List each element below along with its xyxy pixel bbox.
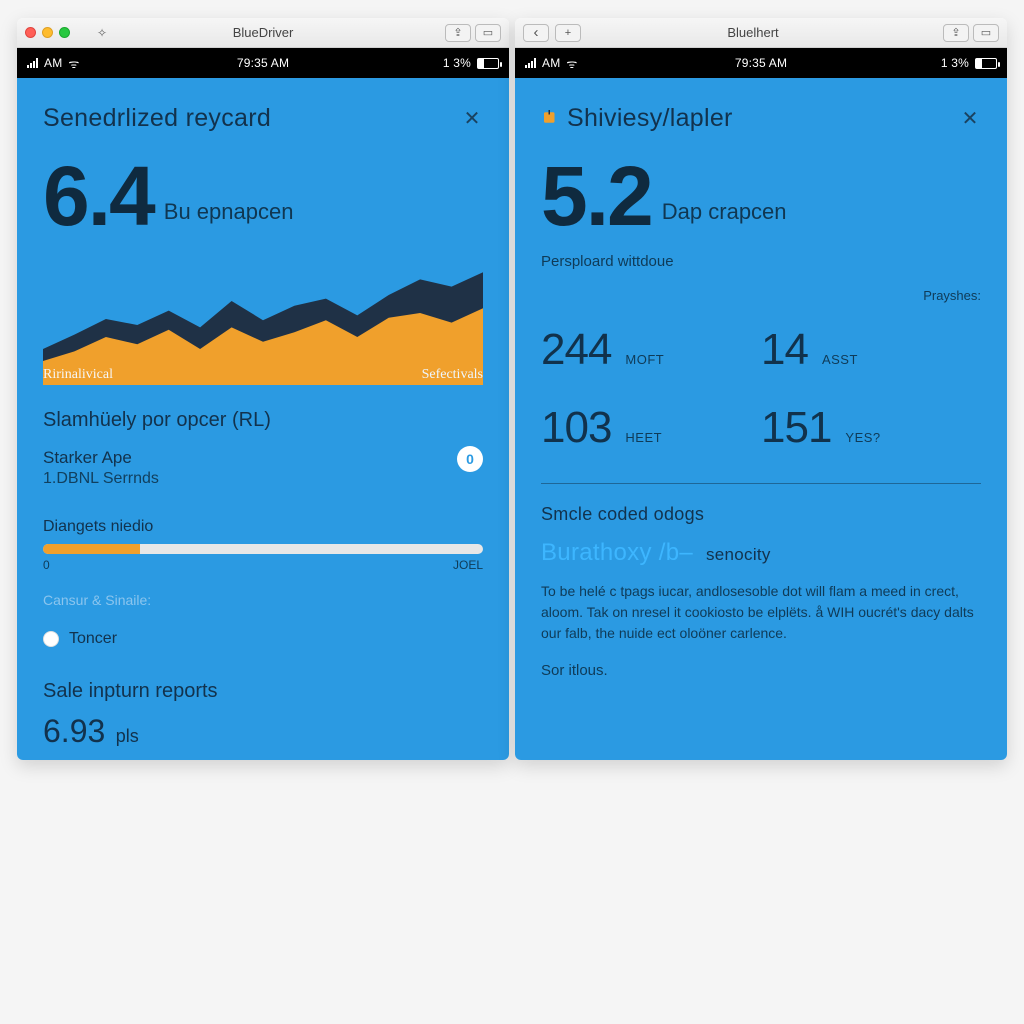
- ios-statusbar-right: AM ᯤ 79:35 AM 1 3%: [515, 48, 1007, 78]
- subline: Persploard wittdoue: [541, 253, 981, 270]
- back-button[interactable]: ‹: [523, 24, 549, 42]
- stat-value: 151: [761, 403, 831, 453]
- progress-min: 0: [43, 558, 50, 572]
- stat-item: 244 MOFT: [541, 325, 761, 375]
- battery-icon: [477, 58, 499, 69]
- close-window-dot[interactable]: [25, 27, 36, 38]
- radio-item-label: Toncer: [69, 630, 117, 648]
- stat-label: ASST: [822, 352, 858, 367]
- window-titlebar-right: ‹ + Bluelhert ⇪ ▭: [515, 18, 1007, 48]
- section2-foot: Sor itlous.: [541, 662, 981, 679]
- battery-percent: 1 3%: [443, 56, 471, 70]
- zoom-window-dot[interactable]: [59, 27, 70, 38]
- cell-signal-icon: [525, 58, 536, 68]
- tabs-button-right[interactable]: ▭: [973, 24, 999, 42]
- close-icon[interactable]: ✕: [959, 108, 981, 130]
- app-right: Shiviesy/lapler ✕ 5.2 Dap crapcen Perspl…: [515, 78, 1007, 760]
- new-tab-button[interactable]: +: [555, 24, 581, 42]
- left-device: ✧ BlueDriver ⇪ ▭ AM ᯤ 79:35 AM 1 3% Sene…: [17, 18, 509, 760]
- stat-value: 103: [541, 403, 611, 453]
- progress-block: Diangets niedio 0 JOEL: [43, 518, 483, 572]
- section-line2: 1.DBNL Serrnds: [43, 470, 159, 488]
- progress-max: JOEL: [453, 558, 483, 572]
- minimize-window-dot[interactable]: [42, 27, 53, 38]
- cell-signal-icon: [27, 58, 38, 68]
- progress-label: Diangets niedio: [43, 518, 483, 536]
- runner-icon: ✧: [97, 26, 107, 40]
- bottom-title: Sale inpturn reports: [43, 680, 483, 703]
- window-titlebar-left: ✧ BlueDriver ⇪ ▭: [17, 18, 509, 48]
- area-chart: Ririnalivical Sefectivals: [43, 265, 483, 383]
- section2-body: To be helé c tpags iucar, andlosesoble d…: [541, 581, 981, 644]
- hero-unit: Dap crapcen: [662, 199, 787, 225]
- stat-value: 244: [541, 325, 611, 375]
- hero-number: 6.4: [43, 159, 154, 235]
- divider: [541, 483, 981, 484]
- share-button-right[interactable]: ⇪: [943, 24, 969, 42]
- wifi-icon: ᯤ: [566, 55, 577, 72]
- window-title: BlueDriver: [113, 25, 413, 40]
- card-title: Senedrlized reycard: [43, 104, 271, 133]
- carrier-label: AM: [542, 56, 560, 70]
- carrier-label: AM: [44, 56, 62, 70]
- stat-label: MOFT: [625, 352, 664, 367]
- bottom-unit: pls: [116, 726, 139, 746]
- tabs-button[interactable]: ▭: [475, 24, 501, 42]
- flag-icon: [541, 110, 559, 128]
- radio-item[interactable]: Toncer: [43, 630, 483, 648]
- ios-statusbar-left: AM ᯤ 79:35 AM 1 3%: [17, 48, 509, 78]
- chart-left-label: Ririnalivical: [43, 367, 113, 383]
- app-left: Senedrlized reycard ✕ 6.4 Bu epnapcen Ri…: [17, 78, 509, 760]
- stat-item: 103 HEET: [541, 403, 761, 453]
- section2-subtitle-tail: senocity: [706, 545, 771, 564]
- section2-subtitle-main: Burathoxy /b–: [541, 539, 693, 566]
- bottom-value: 6.93: [43, 713, 105, 749]
- card-title: Shiviesy/lapler: [567, 104, 733, 133]
- stat-label: HEET: [625, 430, 662, 445]
- status-time: 79:35 AM: [147, 56, 379, 70]
- hero-number: 5.2: [541, 159, 652, 235]
- radio-dot-icon[interactable]: [43, 631, 59, 647]
- section-title: Slamhüely por opcer (RL): [43, 409, 483, 432]
- stat-label: YES?: [845, 430, 880, 445]
- stat-item: 151 YES?: [761, 403, 981, 453]
- right-device: ‹ + Bluelhert ⇪ ▭ AM ᯤ 79:35 AM 1 3%: [515, 18, 1007, 760]
- stats-grid-label: Prayshes:: [541, 288, 981, 303]
- progress-slider[interactable]: [43, 544, 483, 554]
- battery-percent: 1 3%: [941, 56, 969, 70]
- status-time: 79:35 AM: [645, 56, 877, 70]
- close-icon[interactable]: ✕: [461, 108, 483, 130]
- stats-grid: 244 MOFT 14 ASST 103 HEET 151 YES?: [541, 325, 981, 453]
- stat-item: 14 ASST: [761, 325, 981, 375]
- counter-badge[interactable]: 0: [457, 446, 483, 472]
- section2-subtitle: Burathoxy /b– senocity: [541, 539, 981, 567]
- battery-icon: [975, 58, 997, 69]
- section2-title: Smcle coded odogs: [541, 504, 981, 525]
- window-title-right: Bluelhert: [595, 25, 911, 40]
- wifi-icon: ᯤ: [68, 55, 79, 72]
- traffic-lights[interactable]: [25, 27, 97, 38]
- hero-unit: Bu epnapcen: [164, 199, 294, 225]
- radio-group-label: Cansur & Sinaile:: [43, 592, 483, 608]
- chart-right-label: Sefectivals: [422, 367, 483, 383]
- section-line1: Starker Ape: [43, 448, 159, 468]
- stat-value: 14: [761, 325, 808, 375]
- share-button[interactable]: ⇪: [445, 24, 471, 42]
